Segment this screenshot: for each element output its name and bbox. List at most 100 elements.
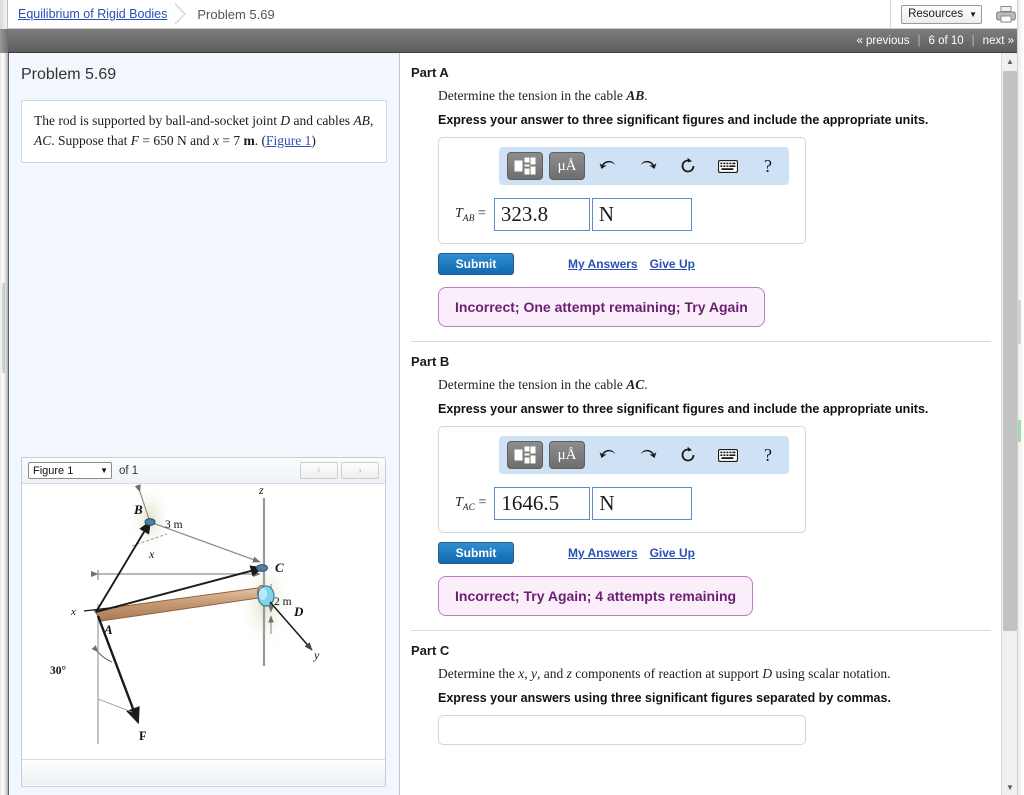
figure-label-30deg: 30° [50,665,67,677]
part-a-question-pre: Determine the tension in the cable [438,88,627,103]
scrollbar-thumb[interactable] [1003,71,1017,631]
application-root: Equilibrium of Rigid Bodies Problem 5.69… [0,0,1024,795]
reset-icon[interactable] [671,152,705,180]
part-a-label-sub: AB [462,213,475,224]
part-a-give-up-link[interactable]: Give Up [650,257,695,271]
help-icon[interactable]: ? [751,152,785,180]
units-icon[interactable]: μÅ [549,152,585,180]
figure-footer [22,759,385,785]
stmt-1c: and [290,113,313,128]
figure-label-x-axis: x [70,606,76,618]
figure-toolbar: Figure 1 ▼ of 1 ‹ › [22,458,385,484]
figure-label-d: D [293,604,304,619]
part-b-my-answers-link[interactable]: My Answers [568,546,638,560]
keyboard-icon[interactable] [711,152,745,180]
problem-statement-box: The rod is supported by ball-and-socket … [21,100,387,164]
part-b-label-base: T [455,494,463,510]
undo-icon[interactable] [591,441,625,469]
template-icon[interactable] [507,441,543,469]
part-b-question: Determine the tension in the cable AC. [438,377,991,393]
part-b-equation-toolbar: μÅ ? [499,436,789,474]
figure-prev-button[interactable]: ‹ [300,462,338,479]
help-icon[interactable]: ? [751,441,785,469]
part-a-label-base: T [455,205,463,221]
part-b-answer-box: μÅ ? TAC = 1646.5 N [438,426,806,533]
part-b-body: Determine the tension in the cable AC. E… [411,377,991,630]
window-right-edge [1017,0,1024,795]
figure-next-button[interactable]: › [341,462,379,479]
breadcrumb: Equilibrium of Rigid Bodies Problem 5.69 [8,0,890,29]
vertical-scrollbar[interactable]: ▲ ▼ [1001,53,1018,795]
undo-icon[interactable] [591,152,625,180]
part-b-instruction: Express your answer to three significant… [438,402,929,416]
part-a-question-math: AB [626,88,645,103]
part-c-question: Determine the x, y, and z components of … [438,666,991,682]
resources-dropdown-label: Resources [908,8,964,20]
part-b-label-equals: = [478,494,487,510]
part-c-body: Determine the x, y, and z components of … [411,666,991,745]
answer-pane: Part A Determine the tension in the cabl… [401,53,1009,795]
part-a-answer-label: TAB = [455,206,486,224]
part-c-q-post: using scalar notation. [772,666,891,681]
part-a-label-equals: = [477,205,486,221]
part-a-submit-row: Submit My Answers Give Up [438,253,991,275]
print-icon[interactable] [996,5,1016,23]
part-a-answer-input[interactable] [493,198,590,231]
figure-select[interactable]: Figure 1 ▼ [28,462,112,479]
template-icon[interactable] [507,152,543,180]
figure-count-label: of 1 [119,464,139,477]
part-a-question: Determine the tension in the cable AB. [438,88,991,104]
stmt-cable-ac: AC [34,132,52,148]
stmt-3d: ) [311,132,316,148]
part-a-body: Determine the tension in the cable AB. E… [411,88,991,341]
stmt-2c: , [369,113,374,128]
part-b-give-up-link[interactable]: Give Up [650,546,695,560]
part-a-equation-toolbar: μÅ ? [499,147,789,185]
part-c-answer-box [438,715,806,745]
page-title: Problem 5.69 [21,66,117,83]
navband-left-edge [0,29,8,53]
breadcrumb-parent-link[interactable]: Equilibrium of Rigid Bodies [18,7,167,21]
figure-label-b: B [133,502,143,517]
part-a-unit-input[interactable] [591,198,692,231]
next-problem-link[interactable]: next » [983,35,1014,47]
part-a-my-answers-link[interactable]: My Answers [568,257,638,271]
part-a-section: Part A Determine the tension in the cabl… [401,65,1009,341]
stmt-joint-d: D [280,113,291,128]
part-b-unit-input[interactable] [592,487,693,520]
previous-problem-link[interactable]: « previous [856,35,909,47]
left-gutter-marker [2,283,5,373]
part-c-q-mid: components of reaction at support [571,666,763,681]
part-b-answer-row: TAC = [449,487,795,520]
figure-panel: Figure 1 ▼ of 1 ‹ › z y x x B C A D F 3 … [21,457,386,787]
part-c-q-pre: Determine the [438,666,519,681]
part-a-feedback-banner: Incorrect; One attempt remaining; Try Ag… [438,287,765,327]
stmt-2e: . Suppose that [51,132,131,148]
right-edge-marker-1 [1018,300,1021,344]
part-a-answer-row: TAB = [449,198,795,231]
reset-icon[interactable] [671,441,705,469]
keyboard-icon[interactable] [711,441,745,469]
units-icon[interactable]: μÅ [549,441,585,469]
part-c-q-d: D [762,666,773,681]
figure-label-z: z [258,484,264,497]
chevron-down-icon: ▼ [969,9,977,19]
figure-label-a: A [103,622,113,637]
stmt-3b: . ( [254,132,267,148]
part-a-divider [411,341,991,342]
part-b-submit-button[interactable]: Submit [438,542,514,564]
resources-dropdown[interactable]: Resources ▼ [901,4,982,24]
stmt-unit-m: m [243,132,255,148]
figure-nav-buttons: ‹ › [300,462,379,479]
part-a-submit-button[interactable]: Submit [438,253,514,275]
part-b-label-sub: AC [462,502,475,513]
redo-icon[interactable] [631,441,665,469]
part-b-answer-input[interactable] [494,487,591,520]
redo-icon[interactable] [631,152,665,180]
part-b-section: Part B Determine the tension in the cabl… [401,354,1009,630]
figure-1-link[interactable]: Figure 1 [266,133,311,148]
scroll-down-arrow-icon[interactable]: ▼ [1002,779,1018,795]
part-b-title: Part B [411,354,450,369]
rod-equilibrium-diagram: z y x x B C A D F 3 m 2 m 30° [50,484,320,744]
scroll-up-arrow-icon[interactable]: ▲ [1002,53,1018,69]
